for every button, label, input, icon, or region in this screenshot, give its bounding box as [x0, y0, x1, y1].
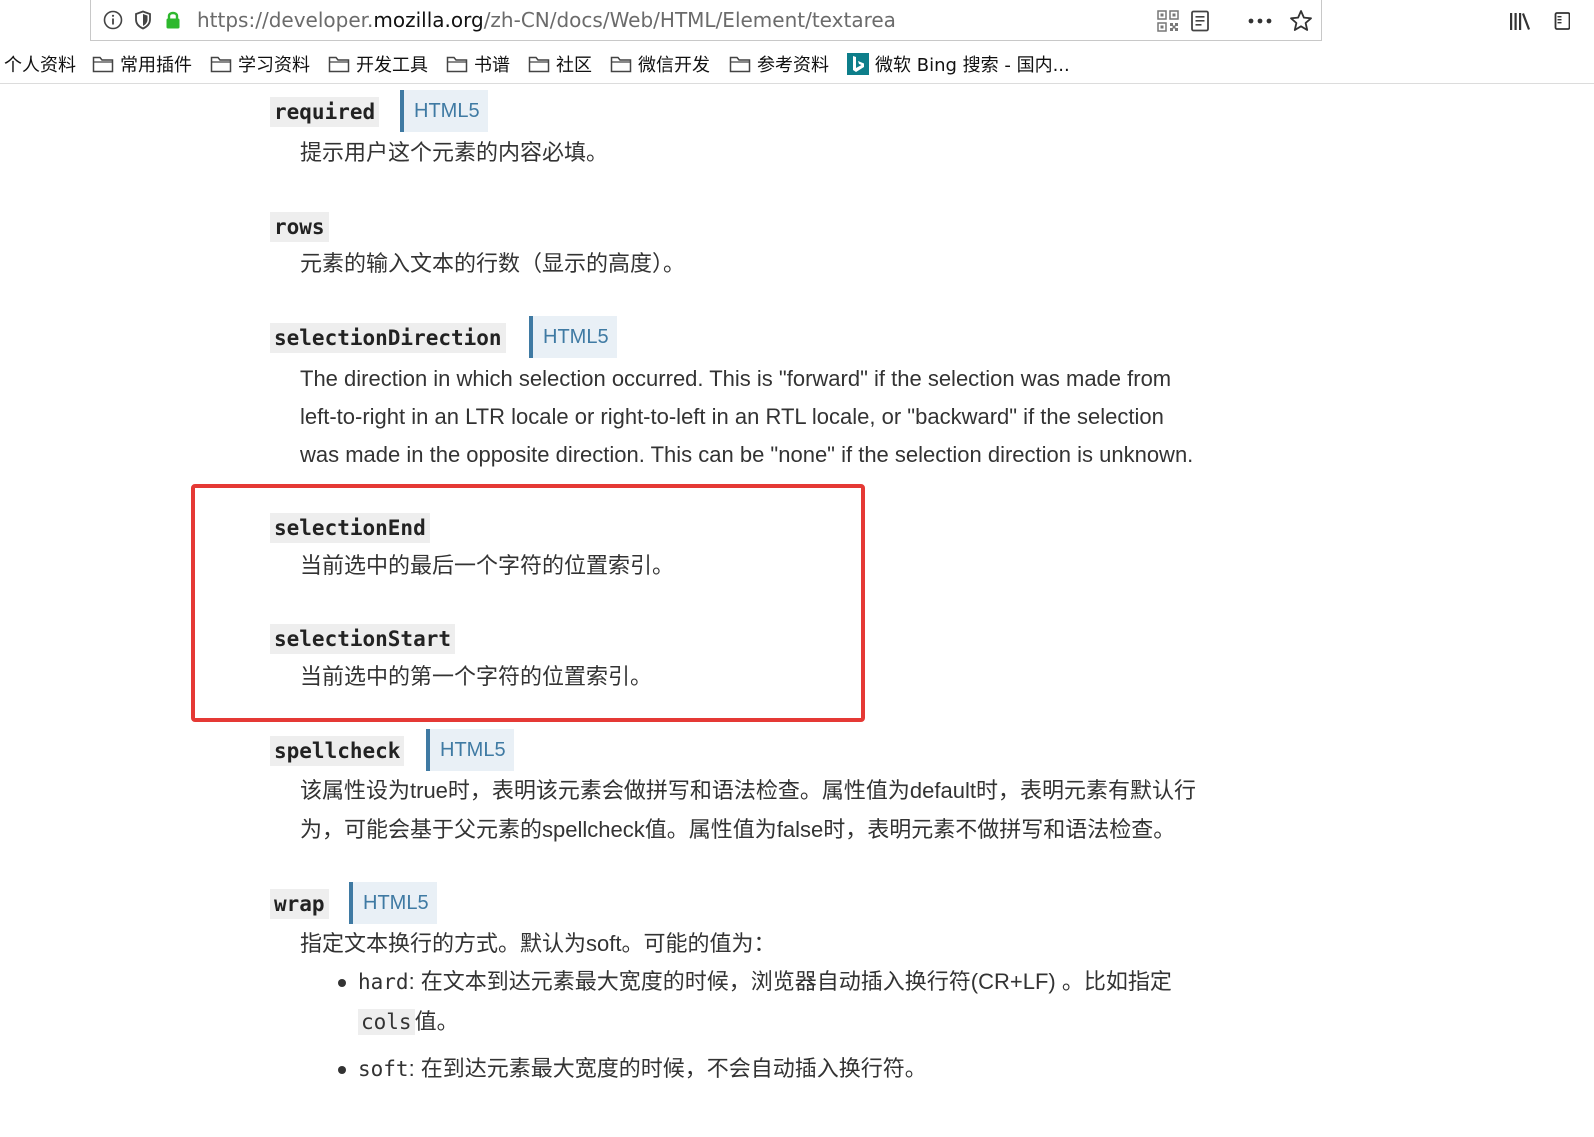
inline-code: soft — [358, 1057, 409, 1081]
folder-icon — [328, 56, 350, 73]
bookmark-folder[interactable]: 常用插件 — [92, 52, 192, 76]
reader-view-icon[interactable] — [1189, 10, 1211, 32]
bookmark-label: 参考资料 — [757, 55, 829, 76]
list-bullet — [338, 1066, 346, 1074]
more-icon[interactable] — [1247, 10, 1273, 32]
inline-code: cols — [358, 1009, 415, 1035]
bookmark-label: 微信开发 — [638, 55, 710, 76]
bookmark-folder[interactable]: 书谱 — [446, 52, 510, 76]
bookmark-label: 开发工具 — [356, 55, 428, 76]
attr-desc-selection-direction-line-3: was made in the opposite direction. This… — [300, 442, 1194, 467]
folder-icon — [446, 56, 468, 73]
wrap-option-text: : 在文本到达元素最大宽度的时候，浏览器自动插入换行符(CR+LF) 。比如指定 — [408, 969, 1172, 994]
bookmark-label: 常用插件 — [120, 55, 192, 76]
library-icon[interactable] — [1508, 10, 1530, 32]
url-text[interactable]: https://developer.mozilla.org/zh-CN/docs… — [197, 8, 896, 32]
bookmark-folder[interactable]: 微信开发 — [610, 52, 710, 76]
attr-desc-spellcheck-line-2: 为，可能会基于父元素的spellcheck值。属性值为false时，表明元素不做… — [300, 817, 1176, 842]
url-domain: mozilla.org — [373, 8, 484, 32]
list-bullet — [338, 979, 346, 987]
bookmark-folder[interactable]: 开发工具 — [328, 52, 428, 76]
attr-desc-rows: 元素的输入文本的行数（显示的高度）。 — [300, 251, 686, 276]
wrap-option-hard: hard: 在文本到达元素最大宽度的时候，浏览器自动插入换行符(CR+LF) 。… — [358, 963, 1172, 1001]
shield-icon[interactable] — [133, 10, 153, 30]
attr-desc-selection-direction-line-1: The direction in which selection occurre… — [300, 366, 1172, 391]
wrap-option-hard-continued: cols 值。 — [358, 1003, 459, 1041]
folder-icon — [528, 56, 550, 73]
attr-name-selection-end: selectionEnd — [270, 513, 430, 543]
attr-name-spellcheck: spellcheck — [270, 736, 405, 766]
attr-name-required: required — [270, 97, 380, 127]
folder-icon — [610, 56, 632, 73]
qr-code-icon[interactable] — [1157, 10, 1179, 32]
attr-desc-required: 提示用户这个元素的内容必填。 — [300, 140, 609, 165]
attr-desc-selection-end: 当前选中的最后一个字符的位置索引。 — [300, 553, 675, 578]
attr-name-selection-start: selectionStart — [270, 624, 456, 654]
folder-icon — [210, 56, 232, 73]
html5-badge[interactable]: HTML5 — [349, 882, 437, 924]
attr-name-rows: rows — [270, 212, 329, 242]
attr-desc-spellcheck-line-1: 该属性设为true时，表明该元素会做拼写和语法检查。属性值为default时，表… — [300, 778, 1196, 803]
info-icon[interactable] — [103, 10, 123, 30]
bookmark-label: 书谱 — [474, 55, 510, 76]
attr-desc-selection-start: 当前选中的第一个字符的位置索引。 — [300, 664, 653, 689]
attr-desc-wrap: 指定文本换行的方式。默认为soft。可能的值为： — [300, 931, 776, 956]
url-path: /zh-CN/docs/Web/HTML/Element/textarea — [483, 8, 896, 32]
folder-icon — [729, 56, 751, 73]
bookmarks-toolbar: 个人资料 常用插件 学习资料 开发工具 书谱 社区 微信开发 参考资料 微软 B… — [0, 44, 1594, 84]
lock-icon[interactable] — [163, 10, 183, 30]
attr-name-wrap: wrap — [270, 889, 329, 919]
wrap-option-text: 值。 — [414, 1009, 459, 1034]
star-icon[interactable] — [1289, 9, 1313, 33]
bookmark-label: 学习资料 — [238, 55, 310, 76]
bookmark-bing[interactable]: 微软 Bing 搜索 - 国内... — [847, 52, 1070, 76]
attr-name-selection-direction: selectionDirection — [270, 323, 506, 353]
bookmark-folder[interactable]: 社区 — [528, 52, 592, 76]
html5-badge[interactable]: HTML5 — [426, 729, 514, 771]
bookmark-folder[interactable]: 参考资料 — [729, 52, 829, 76]
bookmark-item[interactable]: 个人资料 — [4, 52, 76, 76]
bookmark-label: 社区 — [556, 55, 592, 76]
wrap-option-soft: soft: 在到达元素最大宽度的时候，不会自动插入换行符。 — [358, 1050, 927, 1088]
bookmark-label: 个人资料 — [4, 55, 76, 76]
html5-badge[interactable]: HTML5 — [400, 90, 488, 132]
browser-toolbar: https://developer.mozilla.org/zh-CN/docs… — [0, 0, 1594, 44]
bookmark-folder[interactable]: 学习资料 — [210, 52, 310, 76]
bing-icon — [847, 53, 869, 75]
sidebar-icon[interactable] — [1554, 10, 1570, 32]
url-bar[interactable]: https://developer.mozilla.org/zh-CN/docs… — [90, 0, 1322, 41]
wrap-option-text: : 在到达元素最大宽度的时候，不会自动插入换行符。 — [408, 1056, 927, 1081]
folder-icon — [92, 56, 114, 73]
html5-badge[interactable]: HTML5 — [529, 316, 617, 358]
bookmark-label: 微软 Bing 搜索 - 国内... — [875, 55, 1070, 76]
url-prefix: https://developer. — [197, 8, 374, 32]
attr-desc-selection-direction-line-2: left-to-right in an LTR locale or right-… — [300, 404, 1164, 429]
inline-code: hard — [358, 970, 409, 994]
